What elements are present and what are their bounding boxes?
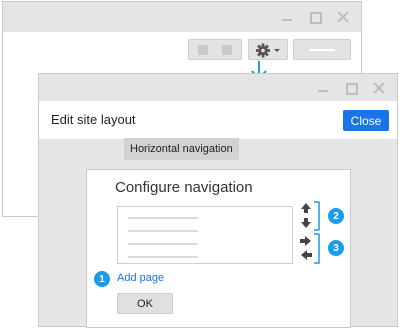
ok-button[interactable]: OK: [117, 293, 173, 314]
account-button[interactable]: [293, 39, 351, 60]
list-item[interactable]: [128, 230, 198, 232]
arrow-up-icon: [301, 203, 311, 213]
callout-badge-1: 1: [94, 271, 110, 287]
arrow-down-icon: [301, 218, 311, 228]
view-toggle-b[interactable]: [222, 45, 232, 55]
reorder-controls: [300, 201, 320, 264]
list-item[interactable]: [128, 217, 198, 219]
horizontal-navigation-tab[interactable]: Horizontal navigation: [124, 138, 239, 160]
dialog-titlebar: [39, 74, 397, 101]
close-button[interactable]: Close: [343, 110, 389, 131]
add-page-link[interactable]: Add page: [117, 272, 164, 284]
close-icon[interactable]: [337, 11, 349, 23]
maximize-icon[interactable]: [309, 11, 322, 24]
edit-site-layout-window: Edit site layout Close Horizontal naviga…: [38, 73, 398, 328]
callout-badge-3: 3: [328, 240, 344, 256]
gear-icon: [256, 43, 280, 58]
dialog-title: Edit site layout: [51, 112, 136, 127]
arrow-left-icon: [301, 250, 312, 260]
list-item[interactable]: [128, 243, 198, 245]
view-toggle-a[interactable]: [198, 45, 208, 55]
minimize-icon[interactable]: [317, 82, 329, 94]
arrow-right-icon: [300, 236, 311, 246]
navigation-page-list[interactable]: [117, 206, 293, 264]
background-titlebar: [3, 2, 361, 32]
chevron-down-icon: [274, 49, 280, 52]
callout-badge-2: 2: [328, 208, 344, 224]
close-icon[interactable]: [373, 82, 385, 94]
maximize-icon[interactable]: [345, 82, 358, 95]
dialog-header: Edit site layout Close: [39, 101, 397, 139]
settings-button[interactable]: [248, 39, 288, 60]
configure-navigation-title: Configure navigation: [115, 179, 253, 196]
minimize-icon[interactable]: [281, 11, 293, 23]
view-toggle-group[interactable]: [188, 39, 242, 60]
list-item[interactable]: [128, 256, 198, 258]
